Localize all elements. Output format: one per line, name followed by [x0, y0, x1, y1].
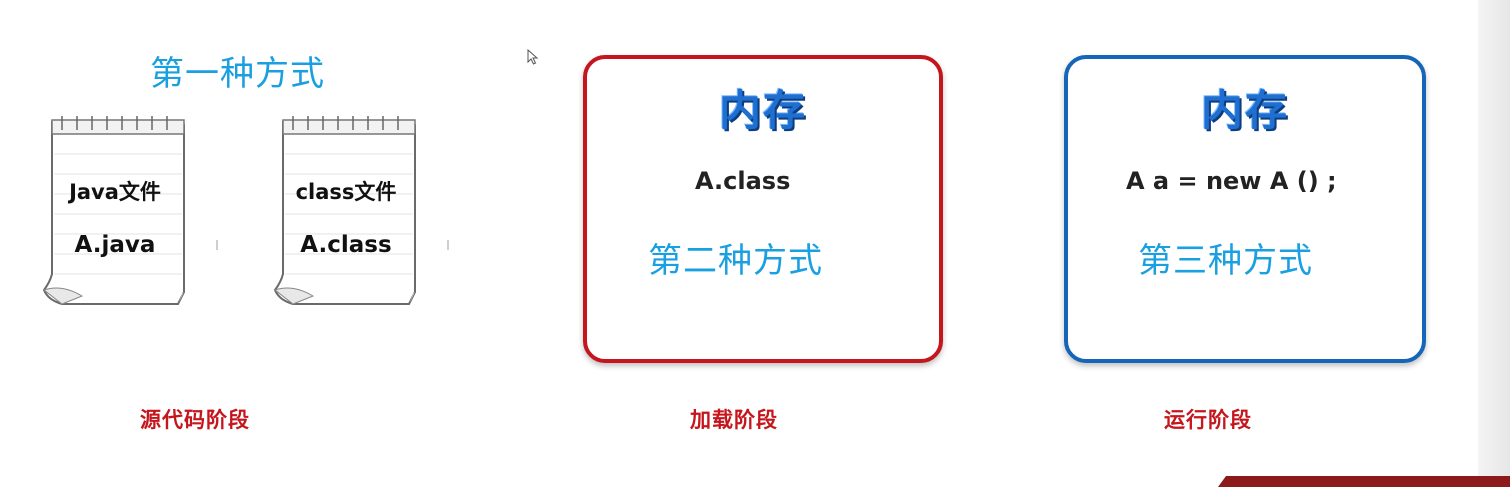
method-label-third: 第三种方式: [1138, 241, 1313, 281]
mouse-pointer-icon: [527, 48, 539, 69]
spiral-notepad-icon: [42, 116, 185, 305]
stage-label-loading: 加载阶段: [690, 408, 778, 432]
memory-content: A a = new A () ;: [1126, 167, 1337, 195]
method-label-second: 第二种方式: [648, 241, 823, 281]
right-edge-panel: [1478, 0, 1510, 487]
divider-tick: [216, 240, 218, 250]
memory-title: 内存: [1200, 86, 1289, 135]
memory-box-loading: 内存 A.class: [583, 55, 943, 363]
memory-title: 内存: [718, 86, 807, 135]
memory-content: A.class: [695, 167, 791, 195]
divider-tick: [447, 240, 449, 250]
java-file-notepad: Java文件 A.java: [42, 114, 188, 305]
notepad-file-type: Java文件: [69, 180, 161, 204]
bottom-banner: [1218, 476, 1510, 487]
class-file-notepad: class文件 A.class: [273, 114, 419, 305]
notepad-file-name: A.java: [74, 232, 156, 258]
spiral-notepad-icon: [273, 116, 416, 305]
notepad-file-name: A.class: [300, 232, 392, 258]
memory-box-runtime: 内存 A a = new A () ;: [1064, 55, 1426, 363]
stage-label-runtime: 运行阶段: [1164, 408, 1252, 432]
notepad-file-type: class文件: [295, 180, 397, 204]
method-label-first: 第一种方式: [150, 54, 325, 94]
stage-label-source: 源代码阶段: [140, 408, 250, 432]
